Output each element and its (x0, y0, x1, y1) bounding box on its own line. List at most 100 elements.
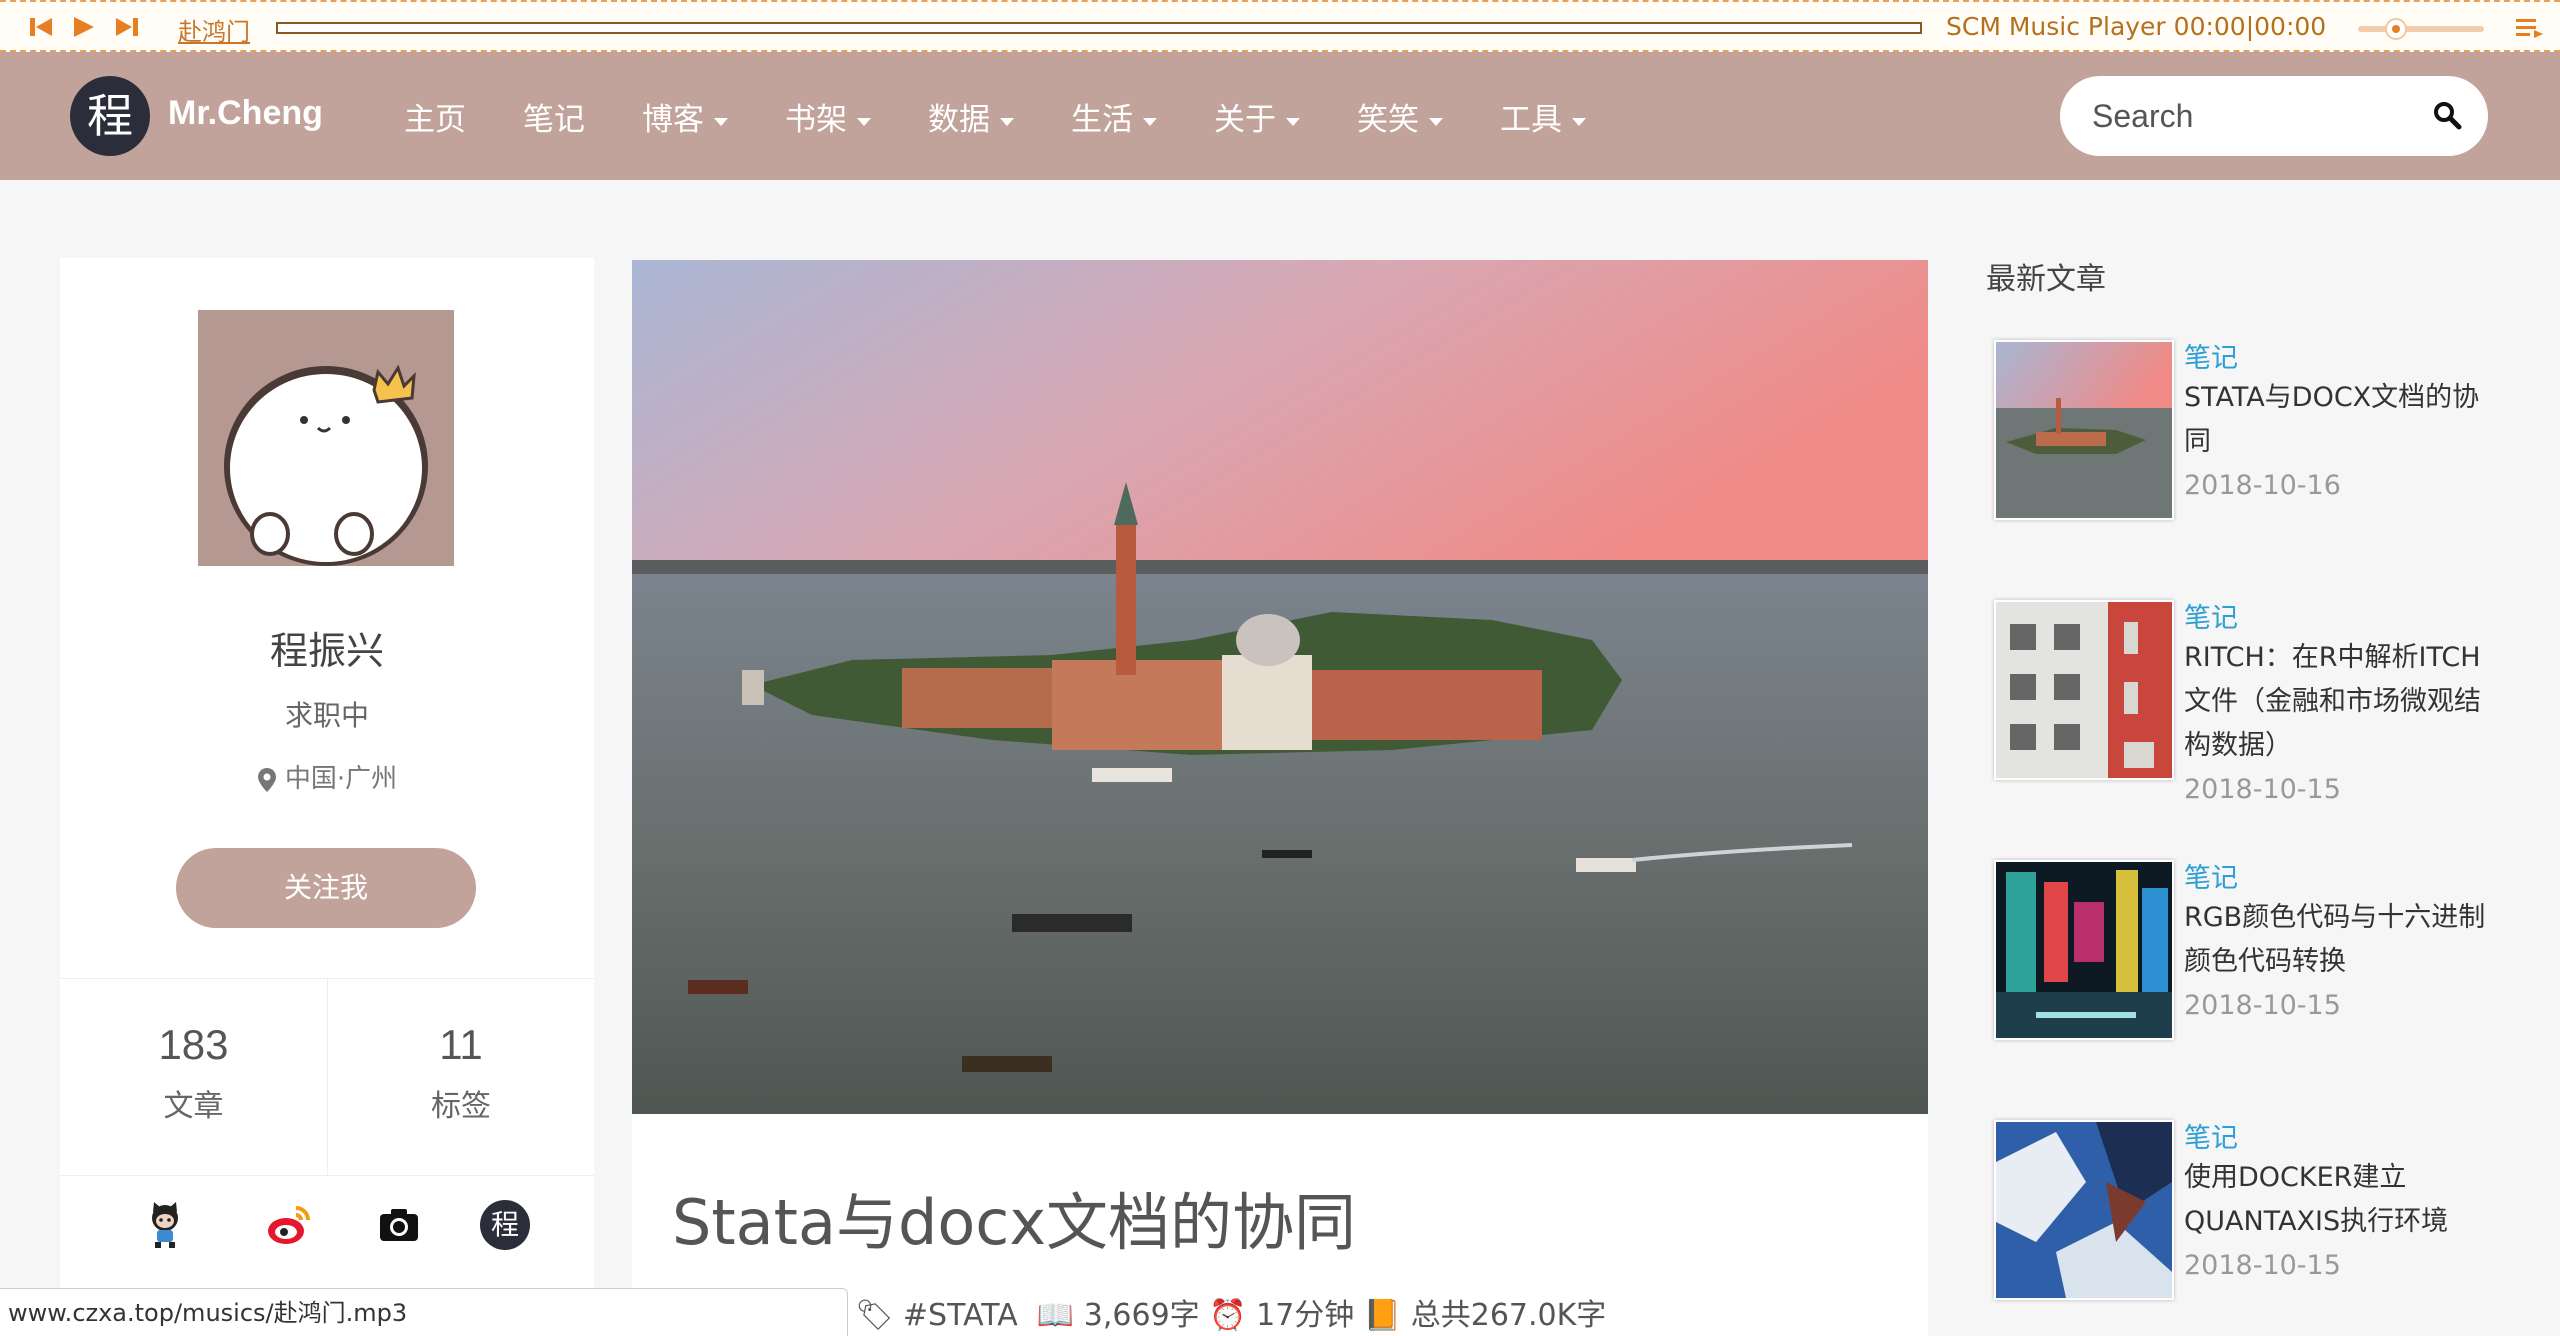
search-input[interactable] (2092, 92, 2412, 140)
follow-button[interactable]: 关注我 (176, 848, 476, 928)
nav-menu: 主页 笔记 博客 书架 数据 生活 关于 笑笑 工具 (404, 94, 1643, 139)
stat-articles[interactable]: 183 文章 (60, 979, 327, 1177)
nav-item[interactable]: 笔记 (523, 94, 585, 139)
post-category[interactable]: 笔记 (2184, 596, 2238, 635)
playlist-icon[interactable] (2514, 16, 2544, 40)
location-text: 中国·广州 (284, 764, 398, 794)
caret-down-icon (1286, 117, 1300, 126)
next-icon[interactable] (114, 14, 140, 40)
caret-down-icon (1143, 117, 1157, 126)
github-icon[interactable] (140, 1200, 190, 1250)
notebook-icon: 📙 (1363, 1298, 1402, 1333)
caret-down-icon (857, 117, 871, 126)
nav-item-label: 博客 (642, 102, 704, 138)
site-brand[interactable]: Mr.Cheng (168, 94, 323, 133)
nav-item[interactable]: 工具 (1500, 94, 1586, 139)
sidebar-post[interactable]: 笔记 RGB颜色代码与十六进制颜色代码转换 2018-10-15 (1994, 860, 2514, 1050)
nav-item[interactable]: 笑笑 (1357, 94, 1443, 139)
player-title: SCM Music Player 00:00|00:00 (1946, 12, 2326, 41)
post-thumbnail[interactable] (1994, 340, 2174, 520)
sidebar-title: 最新文章 (1986, 262, 2106, 297)
profile-location: 中国·广州 (60, 758, 594, 795)
post-thumbnail[interactable] (1994, 860, 2174, 1040)
prev-icon[interactable] (28, 14, 54, 40)
play-icon[interactable] (70, 14, 96, 40)
caret-down-icon (714, 117, 728, 126)
nav-item-label: 生活 (1071, 102, 1133, 138)
nav-item[interactable]: 生活 (1071, 94, 1157, 139)
meta-read-time: 17分钟 (1256, 1298, 1355, 1333)
abstract-blue-thumb (1996, 1122, 2172, 1298)
search-icon[interactable] (2432, 100, 2462, 130)
venice-thumb (1996, 342, 2172, 518)
meta-tag[interactable]: #STATA (903, 1298, 1018, 1333)
profile-name: 程振兴 (269, 629, 384, 673)
caret-down-icon (1000, 117, 1014, 126)
nav-item-label: 工具 (1500, 102, 1562, 138)
post-title[interactable]: RITCH：在R中解析ITCH文件（金融和市场微观结构数据） (2184, 636, 2504, 768)
post-title[interactable]: STATA与DOCX文档的协同 (2184, 376, 2504, 464)
avatar-image (198, 310, 454, 566)
hero-image[interactable] (632, 260, 1928, 1114)
navbar: 程 Mr.Cheng 主页 笔记 博客 书架 数据 生活 关于 笑笑 工具 (0, 52, 2560, 180)
sidebar-post[interactable]: 笔记 RITCH：在R中解析ITCH文件（金融和市场微观结构数据） 2018-1… (1994, 600, 2514, 805)
search-box (2060, 76, 2488, 156)
profile-card: 程振兴 求职中 中国·广州 关注我 183 文章 11 标签 程 (60, 258, 594, 1336)
camera-icon[interactable] (374, 1200, 424, 1250)
nav-item-label: 笑笑 (1357, 102, 1419, 138)
nav-item[interactable]: 主页 (404, 94, 466, 139)
nav-item-label: 笔记 (523, 102, 585, 138)
social-links: 程 (60, 1200, 594, 1270)
stat-tags-num: 11 (439, 1021, 483, 1068)
nav-item-label: 关于 (1214, 102, 1276, 138)
volume-knob[interactable] (2384, 18, 2407, 40)
nav-item-label: 主页 (404, 102, 466, 138)
sidebar-post[interactable]: 笔记 使用DOCKER建立QUANTAXIS执行环境 2018-10-15 (1994, 1120, 2514, 1310)
post-date: 2018-10-15 (2184, 1250, 2341, 1281)
nav-item[interactable]: 关于 (1214, 94, 1300, 139)
post-date: 2018-10-15 (2184, 774, 2341, 805)
nav-item[interactable]: 博客 (642, 94, 728, 139)
nav-item-label: 书架 (785, 102, 847, 138)
nav-item[interactable]: 数据 (928, 94, 1014, 139)
nav-item-label: 数据 (928, 102, 990, 138)
stat-articles-num: 183 (158, 1021, 229, 1068)
article-card: Stata与docx文档的协同 16 📚 笔记 🏷 #STATA 📖 3,669… (632, 260, 1928, 1336)
nav-item[interactable]: 书架 (785, 94, 871, 139)
progress-bar[interactable] (276, 22, 1922, 34)
alarm-clock-icon: ⏰ (1209, 1298, 1247, 1333)
neon-street-thumb (1996, 862, 2172, 1038)
cheng-logo-icon[interactable]: 程 (480, 1200, 530, 1250)
post-thumbnail[interactable] (1994, 1120, 2174, 1300)
music-player: 赴鸿门 SCM Music Player 00:00|00:00 (0, 0, 2560, 52)
post-category[interactable]: 笔记 (2184, 336, 2238, 375)
post-category[interactable]: 笔记 (2184, 1116, 2238, 1155)
post-thumbnail[interactable] (1994, 600, 2174, 780)
stat-tags[interactable]: 11 标签 (327, 979, 594, 1177)
article-title[interactable]: Stata与docx文档的协同 (672, 1172, 1356, 1262)
venice-photo (632, 260, 1928, 1114)
meta-words: 3,669字 (1083, 1298, 1200, 1333)
location-pin-icon (257, 767, 276, 792)
volume-slider[interactable] (2358, 18, 2484, 40)
building-thumb (1996, 602, 2172, 778)
sidebar-post[interactable]: 笔记 STATA与DOCX文档的协同 2018-10-16 (1994, 340, 2514, 530)
song-link[interactable]: 赴鸿门 (178, 12, 250, 47)
post-title[interactable]: 使用DOCKER建立QUANTAXIS执行环境 (2184, 1156, 2504, 1244)
post-date: 2018-10-15 (2184, 990, 2341, 1021)
avatar (198, 310, 454, 566)
player-title-text: SCM Music Player (1946, 12, 2166, 41)
tag-icon: 🏷 (855, 1298, 894, 1333)
meta-total: 总共267.0K字 (1410, 1298, 1607, 1333)
weibo-icon[interactable] (264, 1200, 314, 1250)
caret-down-icon (1572, 117, 1586, 126)
browser-status-bar: www.czxa.top/musics/赴鸿门.mp3 (0, 1288, 848, 1336)
caret-down-icon (1429, 117, 1443, 126)
post-title[interactable]: RGB颜色代码与十六进制颜色代码转换 (2184, 896, 2504, 984)
profile-stats: 183 文章 11 标签 (60, 978, 594, 1177)
stat-tags-label: 标签 (431, 1089, 491, 1124)
site-logo[interactable]: 程 (70, 76, 150, 156)
profile-status: 求职中 (284, 699, 369, 732)
post-category[interactable]: 笔记 (2184, 856, 2238, 895)
post-date: 2018-10-16 (2184, 470, 2341, 501)
